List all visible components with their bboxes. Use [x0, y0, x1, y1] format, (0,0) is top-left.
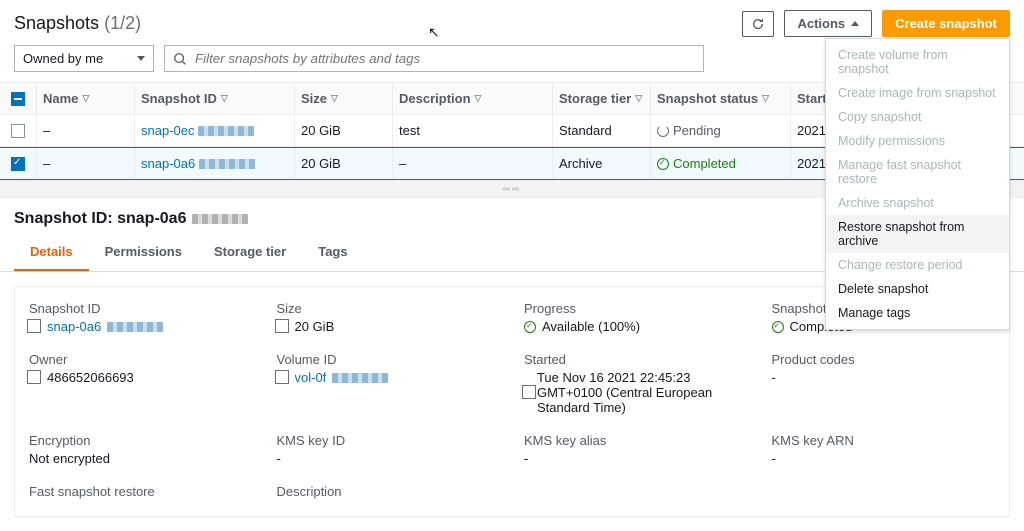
title-count: (1/2)	[104, 13, 141, 33]
cell-snapshot-id[interactable]: snap-0a6	[134, 148, 294, 179]
cell-size: 20 GiB	[294, 148, 392, 179]
value-snapshot-id: snap-0a6	[29, 319, 253, 334]
col-size[interactable]: Size▽	[294, 83, 392, 114]
cell-description: –	[392, 148, 552, 179]
actions-button[interactable]: Actions	[784, 10, 872, 37]
redacted-text	[107, 322, 163, 332]
value-owner: 486652066693	[29, 370, 253, 385]
value-product-codes: -	[772, 370, 996, 385]
menu-delete[interactable]: Delete snapshot	[826, 277, 1009, 301]
search-input-wrapper[interactable]	[164, 45, 704, 72]
page-title: Snapshots (1/2)	[14, 13, 141, 34]
menu-create-volume: Create volume from snapshot	[826, 43, 1009, 81]
select-all-checkbox[interactable]	[11, 92, 25, 106]
label-volume-id: Volume ID	[277, 352, 501, 367]
menu-create-image: Create image from snapshot	[826, 81, 1009, 105]
label-kms-key-id: KMS key ID	[277, 433, 501, 448]
label-size: Size	[277, 301, 501, 316]
value-encryption: Not encrypted	[29, 451, 253, 466]
create-snapshot-button[interactable]: Create snapshot	[882, 10, 1010, 37]
label-kms-key-arn: KMS key ARN	[772, 433, 996, 448]
label-encryption: Encryption	[29, 433, 253, 448]
owner-filter-dropdown[interactable]: Owned by me	[14, 45, 154, 72]
cell-tier: Archive	[552, 148, 650, 179]
caret-down-icon	[137, 56, 145, 61]
search-icon	[173, 52, 187, 66]
copy-icon[interactable]	[277, 321, 289, 333]
copy-icon[interactable]	[277, 372, 289, 384]
search-input[interactable]	[195, 51, 695, 66]
menu-change-restore: Change restore period	[826, 253, 1009, 277]
col-snapshot-id[interactable]: Snapshot ID▽	[134, 83, 294, 114]
value-started: Tue Nov 16 2021 22:45:23 GMT+0100 (Centr…	[524, 370, 748, 415]
value-size: 20 GiB	[277, 319, 501, 334]
value-kms-key-alias: -	[524, 451, 748, 466]
label-fsr: Fast snapshot restore	[29, 484, 253, 499]
menu-modify-permissions: Modify permissions	[826, 129, 1009, 153]
redacted-text	[332, 373, 388, 383]
check-circle-icon	[772, 321, 784, 333]
col-storage-tier[interactable]: Storage tier▽	[552, 83, 650, 114]
cell-name: –	[36, 115, 134, 146]
label-detail-description: Description	[277, 484, 501, 499]
copy-icon[interactable]	[29, 372, 41, 384]
col-name[interactable]: Name▽	[36, 83, 134, 114]
label-product-codes: Product codes	[772, 352, 996, 367]
tab-tags[interactable]: Tags	[302, 234, 363, 271]
cell-tier: Standard	[552, 115, 650, 146]
redacted-text	[198, 126, 254, 136]
cell-description: test	[392, 115, 552, 146]
col-status[interactable]: Snapshot status▽	[650, 83, 790, 114]
check-circle-icon	[524, 321, 536, 333]
tab-storage-tier[interactable]: Storage tier	[198, 234, 302, 271]
value-volume-id: vol-0f	[277, 370, 501, 385]
label-kms-key-alias: KMS key alias	[524, 433, 748, 448]
menu-archive: Archive snapshot	[826, 191, 1009, 215]
copy-icon[interactable]	[29, 321, 41, 333]
value-progress: Available (100%)	[524, 319, 748, 334]
label-owner: Owner	[29, 352, 253, 367]
refresh-icon	[751, 17, 765, 31]
label-started: Started	[524, 352, 748, 367]
tab-details[interactable]: Details	[14, 234, 89, 271]
cell-name: –	[36, 148, 134, 179]
cell-status: Completed	[650, 148, 790, 179]
col-description[interactable]: Description▽	[392, 83, 552, 114]
cell-size: 20 GiB	[294, 115, 392, 146]
label-snapshot-id: Snapshot ID	[29, 301, 253, 316]
copy-icon[interactable]	[524, 387, 531, 399]
value-kms-key-arn: -	[772, 451, 996, 466]
label-progress: Progress	[524, 301, 748, 316]
actions-dropdown-menu: Create volume from snapshot Create image…	[825, 38, 1010, 330]
menu-restore-archive[interactable]: Restore snapshot from archive	[826, 215, 1009, 253]
row-checkbox[interactable]	[11, 157, 25, 171]
caret-up-icon	[851, 21, 859, 26]
menu-manage-fsr: Manage fast snapshot restore	[826, 153, 1009, 191]
check-circle-icon	[657, 158, 669, 170]
menu-copy-snapshot: Copy snapshot	[826, 105, 1009, 129]
tab-permissions[interactable]: Permissions	[89, 234, 198, 271]
cell-status: Pending	[650, 115, 790, 146]
pending-icon	[657, 125, 669, 137]
cell-snapshot-id[interactable]: snap-0ec	[134, 115, 294, 146]
redacted-text	[199, 159, 255, 169]
value-kms-key-id: -	[277, 451, 501, 466]
row-checkbox[interactable]	[11, 124, 25, 138]
menu-manage-tags[interactable]: Manage tags	[826, 301, 1009, 325]
redacted-text	[192, 214, 248, 224]
refresh-button[interactable]	[742, 11, 774, 37]
